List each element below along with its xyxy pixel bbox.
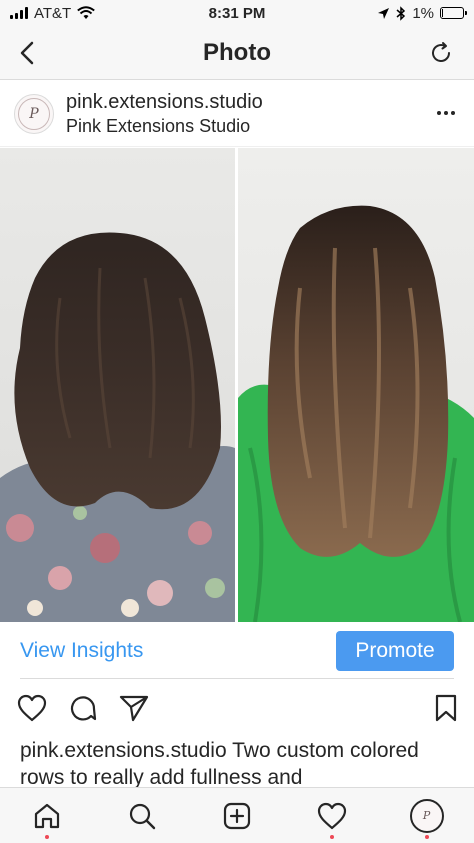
battery-percent: 1% <box>412 4 434 22</box>
save-button[interactable] <box>430 692 462 724</box>
bookmark-icon <box>435 694 457 722</box>
post-names: pink.extensions.studio Pink Extensions S… <box>66 90 263 138</box>
tab-home[interactable] <box>22 791 72 841</box>
send-icon <box>119 695 149 722</box>
post-location[interactable]: Pink Extensions Studio <box>66 115 263 138</box>
tab-bar: P <box>0 787 474 843</box>
profile-avatar: P <box>409 798 444 833</box>
refresh-button[interactable] <box>426 38 456 68</box>
chevron-left-icon <box>20 41 34 65</box>
more-dot <box>437 111 441 115</box>
view-insights-link[interactable]: View Insights <box>20 639 143 663</box>
home-icon <box>35 803 60 828</box>
heart-icon <box>17 694 47 722</box>
back-button[interactable] <box>12 38 42 68</box>
home-notification-dot <box>45 834 50 839</box>
tab-profile[interactable]: P <box>402 791 452 841</box>
like-button[interactable] <box>16 692 48 724</box>
battery-icon <box>440 7 467 19</box>
tab-activity[interactable] <box>307 791 357 841</box>
post-photo[interactable] <box>0 148 474 622</box>
profile-notification-dot <box>424 834 429 839</box>
post-caption: pink.extensions.studio Two custom colore… <box>20 737 460 791</box>
activity-notification-dot <box>329 834 334 839</box>
post-header: P pink.extensions.studio Pink Extensions… <box>0 81 474 147</box>
post-username[interactable]: pink.extensions.studio <box>66 90 263 115</box>
promote-button[interactable]: Promote <box>336 631 454 671</box>
before-after-hair-photo <box>0 148 474 622</box>
add-post-icon <box>223 802 251 829</box>
studio-logo: P <box>18 97 50 130</box>
caption-username[interactable]: pink.extensions.studio <box>20 739 227 762</box>
signal-icon <box>10 7 28 19</box>
wifi-icon <box>77 6 96 19</box>
insights-row: View Insights Promote <box>0 624 474 678</box>
status-right: 1% <box>377 4 467 22</box>
carrier-label: AT&T <box>34 4 72 22</box>
divider <box>20 678 454 679</box>
tab-search[interactable] <box>117 791 167 841</box>
avatar[interactable]: P <box>14 93 54 134</box>
share-button[interactable] <box>118 692 150 724</box>
location-arrow-icon <box>378 7 390 19</box>
tab-add-post[interactable] <box>212 791 262 841</box>
comment-button[interactable] <box>67 692 99 724</box>
status-left: AT&T <box>10 4 96 22</box>
bluetooth-icon <box>396 5 406 21</box>
status-bar: AT&T 8:31 PM 1% <box>0 0 474 26</box>
more-dot <box>451 111 455 115</box>
more-dot <box>444 111 448 115</box>
search-icon <box>130 803 156 829</box>
nav-bar: Photo <box>0 26 474 80</box>
refresh-icon <box>432 42 450 62</box>
page-title: Photo <box>203 38 271 66</box>
more-options-button[interactable] <box>432 103 460 123</box>
action-bar <box>0 686 474 730</box>
activity-heart-icon <box>317 802 346 829</box>
comment-icon <box>70 696 97 721</box>
